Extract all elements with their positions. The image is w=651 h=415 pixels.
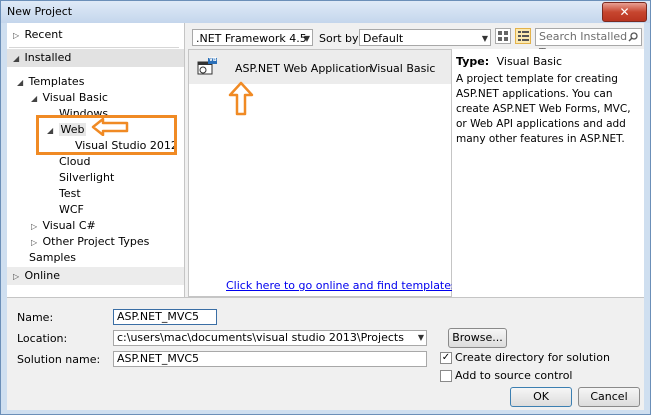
tree-label: Test (59, 187, 81, 200)
solution-name-value: ASP.NET_MVC5 (117, 352, 200, 365)
template-tree: ▷ Recent ◢ Installed ◢ Templates ◢ Visua… (7, 23, 185, 297)
search-input[interactable]: Search Installed Te (535, 28, 642, 59)
window-title: New Project (7, 5, 73, 18)
framework-value: .NET Framework 4.5 (196, 32, 307, 45)
expand-icon[interactable]: ▷ (31, 235, 39, 251)
tree-label: Recent (24, 28, 63, 41)
template-language: Visual Basic (370, 62, 436, 75)
location-field[interactable]: c:\users\mac\documents\visual studio 201… (113, 330, 427, 346)
tree-item-visual-basic[interactable]: ◢ Visual Basic (31, 90, 108, 106)
location-value: c:\users\mac\documents\visual studio 201… (117, 331, 404, 344)
project-form: Name: ASP.NET_MVC5 Location: c:\users\ma… (7, 297, 644, 410)
template-details: Type: Visual Basic A project template fo… (452, 49, 644, 297)
location-label: Location: (17, 332, 68, 345)
tree-item-cloud[interactable]: Cloud (59, 154, 90, 170)
tree-item-other-project-types[interactable]: ▷ Other Project Types (31, 234, 149, 250)
chevron-down-icon[interactable]: ▼ (418, 331, 424, 345)
name-label: Name: (17, 311, 54, 324)
tree-label: Online (24, 269, 60, 282)
sort-value: Default (363, 32, 404, 45)
type-label: Type: (456, 55, 490, 68)
grid-view-icon (498, 31, 508, 41)
expand-icon[interactable]: ▷ (13, 269, 21, 285)
tree-item-online[interactable]: ▷ Online (13, 268, 60, 284)
tree-label: Visual Basic (42, 91, 108, 104)
framework-select[interactable]: .NET Framework 4.5 ▼ (192, 29, 313, 46)
divider (9, 47, 179, 48)
tree-label: Installed (24, 51, 72, 64)
add-source-control-label: Add to source control (455, 369, 573, 382)
solution-name-field[interactable]: ASP.NET_MVC5 (113, 351, 427, 367)
chevron-down-icon: ▼ (303, 34, 310, 43)
create-directory-checkbox[interactable]: ✓ (440, 352, 452, 364)
collapse-icon[interactable]: ◢ (31, 91, 39, 107)
title-bar: New Project ✕ (1, 1, 650, 23)
vb-badge: VB (209, 57, 217, 63)
search-icon[interactable] (628, 32, 638, 42)
browse-button[interactable]: Browse... (448, 328, 507, 348)
expand-icon[interactable]: ▷ (31, 219, 39, 235)
ok-button[interactable]: OK (510, 387, 572, 407)
tree-item-installed[interactable]: ◢ Installed (13, 50, 71, 66)
tree-item-samples[interactable]: Samples (29, 250, 76, 266)
sort-select[interactable]: Default ▼ (359, 29, 491, 46)
collapse-icon[interactable]: ◢ (17, 75, 25, 91)
arrow-up-icon (228, 81, 254, 116)
small-icons-view-button[interactable] (495, 28, 511, 44)
list-view-icon (518, 31, 529, 41)
expand-icon[interactable]: ▷ (13, 28, 21, 44)
solution-name-label: Solution name: (17, 353, 101, 366)
online-templates-link[interactable]: Click here to go online and find templat… (226, 279, 460, 292)
template-name: ASP.NET Web Application (235, 62, 373, 75)
template-description: A project template for creating ASP.NET … (456, 73, 631, 145)
cancel-button[interactable]: Cancel (578, 387, 640, 407)
arrow-left-icon (91, 118, 129, 136)
tree-item-test[interactable]: Test (59, 186, 81, 202)
close-button[interactable]: ✕ (602, 2, 647, 22)
tree-item-recent[interactable]: ▷ Recent (13, 27, 63, 43)
tree-label: WCF (59, 203, 84, 216)
template-item[interactable]: VB ASP.NET Web Application Visual Basic (189, 50, 451, 84)
tree-item-silverlight[interactable]: Silverlight (59, 170, 114, 186)
tree-label: Templates (28, 75, 85, 88)
tree-label: Samples (29, 251, 76, 264)
add-source-control-checkbox[interactable] (440, 370, 452, 382)
tree-label: Silverlight (59, 171, 115, 184)
name-value: ASP.NET_MVC5 (117, 310, 200, 323)
sort-label: Sort by: (319, 32, 362, 45)
tree-item-templates[interactable]: ◢ Templates (17, 74, 84, 90)
tree-label: Visual C# (42, 219, 96, 232)
type-line: Type: Visual Basic (456, 55, 562, 68)
collapse-icon[interactable]: ◢ (13, 51, 21, 67)
template-toolbar: .NET Framework 4.5 ▼ Sort by: Default ▼ (188, 23, 644, 59)
list-view-button[interactable] (515, 28, 531, 44)
dialog-body: ▷ Recent ◢ Installed ◢ Templates ◢ Visua… (7, 23, 644, 410)
name-field[interactable]: ASP.NET_MVC5 (113, 309, 217, 325)
create-directory-label: Create directory for solution (455, 351, 610, 364)
tree-item-wcf[interactable]: WCF (59, 202, 84, 218)
type-value: Visual Basic (496, 55, 563, 68)
chevron-down-icon: ▼ (481, 34, 488, 43)
tree-item-visual-csharp[interactable]: ▷ Visual C# (31, 218, 96, 234)
new-project-dialog: New Project ✕ ▷ Recent ◢ Installed ◢ Tem… (0, 0, 651, 415)
tree-label: Cloud (59, 155, 91, 168)
tree-label: Other Project Types (42, 235, 150, 248)
